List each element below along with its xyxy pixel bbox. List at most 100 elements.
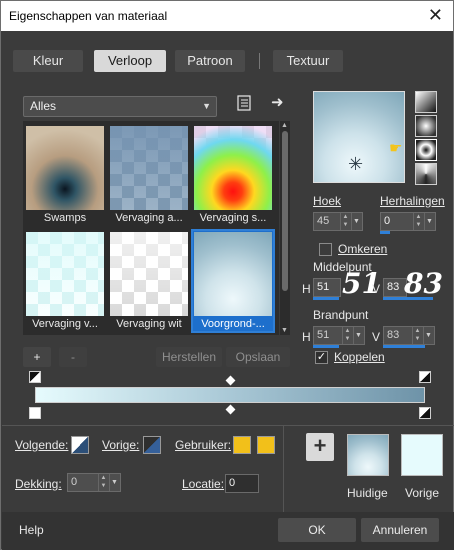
focal-v-value: 83 [387,329,400,341]
gradient-editor-bar[interactable] [35,387,425,403]
repeats-slider[interactable] [380,231,390,234]
center-v-label: V [372,282,381,296]
focal-h-input[interactable]: 51 ▲ ▼ ▼ [313,326,365,345]
gradient-thumbnail [26,232,104,316]
gallery-item-vervaging-v[interactable]: Vervaging v... [25,231,105,331]
scroll-down-icon[interactable]: ▼ [281,327,288,334]
gallery-item-label: Voorgrond-... [193,317,273,331]
help-link[interactable]: Help [19,523,44,537]
invert-checkbox[interactable] [319,243,332,256]
gallery-item-label: Vervaging wit [116,318,182,330]
previous-preview[interactable] [401,434,443,476]
center-h-input[interactable]: 51 [313,278,341,297]
user-label: Gebruiker: [175,438,232,452]
gallery-item-vervaging-s[interactable]: Vervaging s... [193,125,273,225]
opacity-stop-start[interactable] [29,371,41,383]
opacity-input[interactable]: 0 ▲ ▼ ▼ [67,473,121,492]
next-label: Volgende: [15,438,69,452]
gallery-item-label: Vervaging a... [115,212,183,224]
current-label: Huidige [347,486,388,500]
scrollbar-thumb[interactable] [282,131,288,291]
section-divider-vertical [283,426,284,512]
chevron-down-icon: ▼ [202,101,211,111]
gradient-thumbnail [194,126,272,210]
spin-arrows-icon[interactable]: ▲ ▼ [412,327,422,344]
focal-h-slider[interactable] [313,345,339,348]
center-v-value: 83 [387,281,400,293]
style-rectangular-button[interactable] [415,115,437,137]
gradient-thumbnail [26,126,104,210]
angle-input[interactable]: 45 ▲ ▼ ▼ [313,212,363,231]
center-h-label: H [302,282,311,296]
spin-arrows-icon[interactable]: ▲ ▼ [413,213,423,230]
tab-textuur[interactable]: Textuur [273,50,343,72]
previous-preview-label: Vorige [405,486,440,500]
tab-verloop[interactable]: Verloop [94,50,166,72]
opacity-stop-end[interactable] [419,371,431,383]
focal-point-label: Brandpunt [313,308,369,322]
center-h-slider[interactable] [313,297,339,300]
next-swatch-button[interactable] [71,436,89,454]
center-h-value: 51 [317,281,330,293]
section-divider [2,425,454,426]
gallery-scrollbar[interactable]: ▲ ▼ [280,121,290,335]
user-swatch-2[interactable] [257,436,275,454]
focal-h-value: 51 [317,329,330,341]
tab-kleur[interactable]: Kleur [13,50,83,72]
spin-arrows-icon[interactable]: ▲ ▼ [342,327,352,344]
link-label: Koppelen [334,350,385,364]
scroll-up-icon[interactable]: ▲ [281,122,288,129]
chevron-down-icon[interactable]: ▼ [351,213,361,230]
reset-button[interactable]: Herstellen [156,347,222,367]
previous-swatch-button[interactable] [143,436,161,454]
gallery-item-label: Vervaging v... [32,318,98,330]
opacity-label: Dekking: [15,477,62,491]
opacity-value: 0 [71,476,78,488]
add-to-swatches-button[interactable]: + [306,433,334,461]
user-swatch-1[interactable] [233,436,251,454]
color-stop-start[interactable] [29,407,41,419]
focal-v-input[interactable]: 83 ▲ ▼ ▼ [383,326,435,345]
repeats-input[interactable]: 0 ▲ ▼ ▼ [380,212,436,231]
center-point-icon: ✳ [348,154,364,174]
style-sunburst-button[interactable] [415,163,437,185]
gradient-thumbnail [194,232,272,316]
chevron-down-icon[interactable]: ▼ [353,327,363,344]
chevron-down-icon[interactable]: ▼ [424,213,434,230]
gallery-item-label: Swamps [43,212,87,224]
gallery-item-voorgrond[interactable]: Voorgrond-... [191,229,275,333]
gallery-item-vervaging-a[interactable]: Vervaging a... [109,125,189,225]
spin-arrows-icon[interactable]: ▲ ▼ [98,474,108,491]
location-input[interactable]: 0 [225,474,259,493]
ok-button[interactable]: OK [278,518,356,542]
location-label: Locatie: [182,477,225,491]
style-radial-button[interactable] [415,139,437,161]
chevron-down-icon[interactable]: ▼ [109,474,119,491]
gallery-item-swamps[interactable]: Swamps [25,125,105,225]
add-gradient-button[interactable]: + [23,347,51,367]
color-stop-end[interactable] [419,407,431,419]
focal-v-label: V [372,330,381,344]
remove-gradient-button[interactable]: - [59,347,87,367]
angle-label: Hoek [313,194,342,208]
document-list-icon[interactable] [237,95,251,115]
repeats-value: 0 [384,215,391,227]
arrow-right-icon[interactable]: ➜ [271,93,284,111]
gradient-thumbnail [110,232,188,316]
tab-patroon[interactable]: Patroon [175,50,245,72]
focal-v-slider[interactable] [383,345,425,348]
material-properties-dialog: Eigenschappen van materiaal ✕ Kleur Verl… [0,0,454,550]
color-midpoint[interactable] [225,404,236,415]
opacity-midpoint[interactable] [225,375,236,386]
gradient-preview[interactable]: ✳ [313,91,405,183]
spin-arrows-icon[interactable]: ▲ ▼ [340,213,350,230]
link-checkbox[interactable]: ✓ [315,351,328,364]
gallery-item-vervaging-wit[interactable]: Vervaging wit [109,231,189,331]
category-dropdown[interactable]: Alles ▼ [23,96,217,117]
cancel-button[interactable]: Annuleren [361,518,439,542]
save-gradient-button[interactable]: Opslaan [226,347,290,367]
title-bar: Eigenschappen van materiaal ✕ [1,1,453,31]
close-icon[interactable]: ✕ [428,5,443,26]
style-linear-button[interactable] [415,91,437,113]
chevron-down-icon[interactable]: ▼ [423,327,433,344]
